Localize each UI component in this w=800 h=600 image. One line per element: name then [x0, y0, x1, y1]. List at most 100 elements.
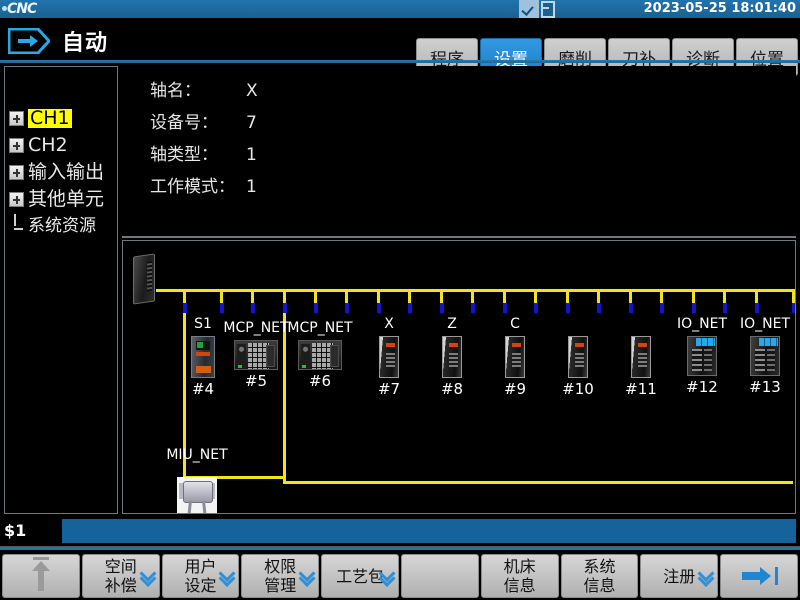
- device-name: MCP_NET: [223, 320, 288, 336]
- device-s1[interactable]: S1 #4: [183, 336, 223, 378]
- device-id: #12: [686, 378, 718, 396]
- bus-leg: [792, 289, 795, 303]
- next-page-button[interactable]: [720, 554, 798, 598]
- chevron-down-icon: [380, 570, 393, 583]
- bus-leg: [503, 289, 506, 303]
- device-name: Z: [447, 316, 457, 332]
- sidebar-item-system-resources[interactable]: 系统资源: [9, 213, 115, 240]
- port: [723, 303, 727, 313]
- device-io-net-12[interactable]: IO_NET #12: [681, 336, 723, 376]
- bus-leg: [314, 289, 317, 303]
- servo-drive-icon: [631, 336, 651, 378]
- register-button[interactable]: 注册: [640, 554, 718, 598]
- miu-unit-icon: [177, 477, 217, 514]
- port: [503, 303, 507, 313]
- process-package-button[interactable]: 工艺包: [321, 554, 399, 598]
- device-11[interactable]: #11: [623, 336, 659, 378]
- chevron-down-icon: [141, 570, 154, 583]
- port: [377, 303, 381, 313]
- page-up-button[interactable]: [2, 554, 80, 598]
- port: [792, 303, 796, 313]
- port: [220, 303, 224, 313]
- expand-icon[interactable]: [9, 192, 24, 207]
- info-key: 工作模式：: [150, 172, 246, 197]
- datetime-display: 2023-05-25 18:01:40: [644, 0, 796, 18]
- device-name: MIU_NET: [166, 447, 227, 463]
- mcp-panel-icon: [234, 340, 278, 370]
- bus-leg: [755, 289, 758, 303]
- device-tree-panel: CH1 CH2 输入输出 其他单元 系统资源: [4, 66, 118, 514]
- info-row-axis-type: 轴类型：1: [150, 140, 257, 165]
- device-id: #7: [378, 380, 400, 398]
- port: [345, 303, 349, 313]
- sidebar-item-ch2[interactable]: CH2: [9, 132, 115, 159]
- sidebar-item-ch1[interactable]: CH1: [9, 105, 115, 132]
- controller-unit[interactable]: [133, 255, 155, 303]
- check-icon: [519, 0, 539, 18]
- sidebar-item-io[interactable]: 输入输出: [9, 159, 115, 186]
- device-tree: CH1 CH2 输入输出 其他单元 系统资源: [9, 105, 115, 240]
- expand-icon[interactable]: [9, 111, 24, 126]
- servo-drive-icon: [442, 336, 462, 378]
- mode-indicator: 自动: [8, 25, 108, 57]
- port: [408, 303, 412, 313]
- device-axis-x[interactable]: X #7: [371, 336, 407, 378]
- chevron-down-icon: [699, 570, 712, 583]
- device-10[interactable]: #10: [560, 336, 596, 378]
- port: [534, 303, 538, 313]
- info-key: 轴名：: [150, 76, 246, 101]
- user-settings-button[interactable]: 用户 设定: [162, 554, 240, 598]
- title-bar: CNC 2023-05-25 18:01:40: [0, 0, 800, 18]
- info-row-device-number: 设备号：7: [150, 108, 257, 133]
- device-mcp-net-5[interactable]: MCP_NET #5: [234, 340, 278, 370]
- sidebar-item-other-units[interactable]: 其他单元: [9, 186, 115, 213]
- panel-divider: [122, 236, 796, 238]
- device-axis-c[interactable]: C #9: [497, 336, 533, 378]
- device-id: #13: [749, 378, 781, 396]
- system-tray: [519, 0, 555, 18]
- device-id: #6: [309, 372, 331, 390]
- port: [660, 303, 664, 313]
- device-id: #5: [245, 372, 267, 390]
- port: [755, 303, 759, 313]
- servo-drive-icon: [379, 336, 399, 378]
- port: [597, 303, 601, 313]
- sidebar-item-label: 输入输出: [28, 163, 104, 182]
- info-value: 1: [246, 177, 257, 197]
- system-info-button[interactable]: 系统 信息: [561, 554, 639, 598]
- permission-management-button[interactable]: 权限 管理: [241, 554, 319, 598]
- bus-leg: [534, 289, 537, 303]
- empty-button[interactable]: [401, 554, 479, 598]
- arrow-right-icon: [742, 567, 776, 585]
- port: [314, 303, 318, 313]
- device-mcp-net-6[interactable]: MCP_NET #6: [298, 340, 342, 370]
- button-label: 系统 信息: [583, 557, 615, 595]
- port: [629, 303, 633, 313]
- device-axis-z[interactable]: Z #8: [434, 336, 470, 378]
- header-bar: 自动 程序 设置 磨削 刀补 诊断 位置: [0, 18, 800, 60]
- logo-text: CNC: [7, 1, 36, 17]
- info-value: 1: [246, 145, 257, 165]
- device-name: S1: [194, 316, 212, 332]
- bus-row2-right: [283, 481, 793, 484]
- device-miu-net-14[interactable]: MIU_NET #14: [175, 463, 219, 514]
- battery-icon: [541, 1, 555, 18]
- port: [183, 303, 187, 313]
- sidebar-item-label: CH2: [28, 136, 68, 155]
- arrow-up-icon: [32, 561, 50, 591]
- button-label: 工艺包: [336, 567, 384, 586]
- bus-leg: [597, 289, 600, 303]
- bus-leg: [345, 289, 348, 303]
- bus-leg: [377, 289, 380, 303]
- port: [440, 303, 444, 313]
- status-message-field[interactable]: [62, 519, 796, 543]
- spatial-compensation-button[interactable]: 空间 补偿: [82, 554, 160, 598]
- info-row-axis-name: 轴名：X: [150, 76, 258, 101]
- auto-mode-arrow-icon: [8, 28, 50, 54]
- device-io-net-13[interactable]: IO_NET #13: [744, 336, 786, 376]
- port: [692, 303, 696, 313]
- expand-icon[interactable]: [9, 165, 24, 180]
- expand-icon[interactable]: [9, 138, 24, 153]
- machine-info-button[interactable]: 机床 信息: [481, 554, 559, 598]
- sidebar-item-label: 系统资源: [28, 217, 96, 236]
